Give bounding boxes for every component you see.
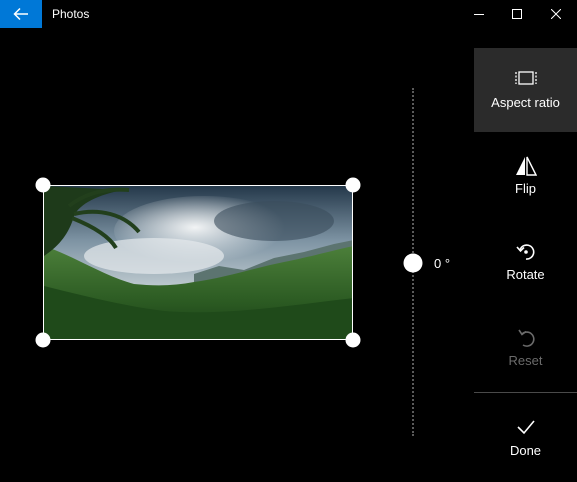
maximize-button[interactable]: [498, 0, 536, 28]
minimize-icon: [474, 14, 484, 15]
aspect-ratio-icon: [514, 71, 537, 85]
done-label: Done: [509, 443, 542, 458]
crop-frame[interactable]: [43, 185, 353, 340]
title-bar: Photos: [0, 0, 577, 28]
rotate-label: Rotate: [506, 267, 545, 282]
photo-image: [44, 186, 352, 339]
close-button[interactable]: [537, 0, 575, 28]
panel-divider: [474, 392, 577, 393]
aspect-ratio-button[interactable]: Aspect ratio: [474, 48, 577, 132]
flip-icon: [515, 156, 537, 176]
crop-handle-bottom-left[interactable]: [35, 332, 51, 348]
flip-button[interactable]: Flip: [474, 134, 577, 220]
back-arrow-icon: [13, 7, 28, 21]
maximize-icon: [512, 9, 522, 19]
flip-label: Flip: [515, 181, 536, 196]
reset-icon: [517, 329, 535, 347]
reset-label: Reset: [508, 353, 543, 368]
rotation-angle-label: 0 °: [434, 256, 451, 271]
rotation-dial-knob[interactable]: [403, 253, 423, 273]
back-button[interactable]: [0, 0, 42, 28]
rotate-button[interactable]: Rotate: [474, 220, 577, 306]
crop-handle-top-left[interactable]: [35, 177, 51, 193]
window-title: Photos: [52, 7, 90, 21]
reset-button: Reset: [474, 306, 577, 392]
done-button[interactable]: Done: [474, 396, 577, 482]
checkmark-icon: [516, 420, 535, 435]
crop-handle-top-right[interactable]: [345, 177, 361, 193]
close-icon: [551, 9, 561, 19]
minimize-button[interactable]: [460, 0, 498, 28]
crop-handle-bottom-right[interactable]: [345, 332, 361, 348]
aspect-ratio-label: Aspect ratio: [491, 95, 560, 110]
tool-panel: Aspect ratio Flip Rotate Reset Done: [474, 28, 577, 460]
rotate-icon: [515, 244, 534, 260]
